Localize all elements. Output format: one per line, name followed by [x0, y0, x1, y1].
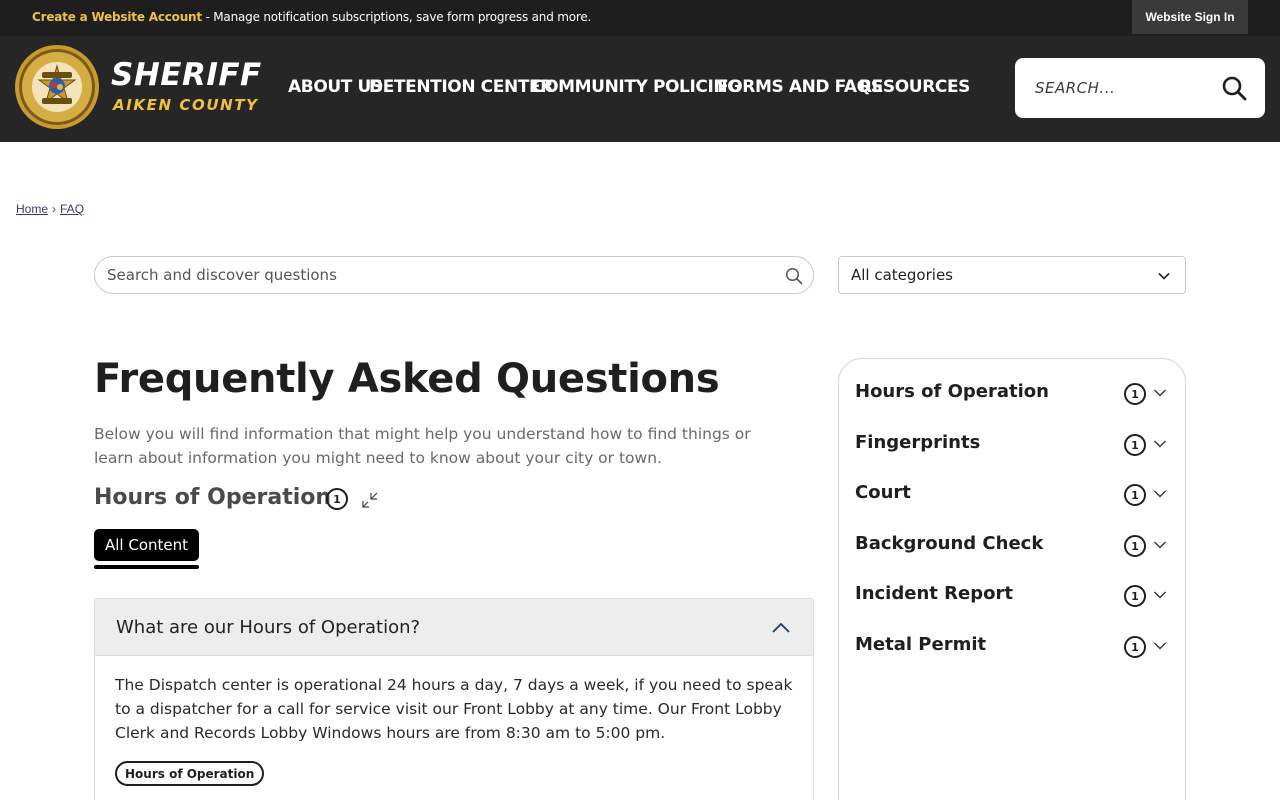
chevron-down-icon[interactable] — [1153, 439, 1167, 449]
brand-subtitle[interactable]: AIKEN COUNTY — [113, 96, 259, 114]
faq-answer: The Dispatch center is operational 24 ho… — [115, 676, 793, 742]
chevron-down-icon[interactable] — [1153, 540, 1167, 550]
sidebar-item-court[interactable]: Court 1 — [855, 478, 1171, 508]
breadcrumb-separator: › — [52, 202, 57, 216]
category-select[interactable]: All categories — [838, 256, 1186, 294]
account-promo: Create a Website Account - Manage notifi… — [32, 10, 591, 24]
collapse-icon[interactable] — [360, 490, 380, 510]
breadcrumb: Home › FAQ — [16, 202, 84, 216]
section-title: Hours of Operation — [94, 485, 332, 510]
search-icon[interactable] — [785, 267, 803, 285]
nav-detention-center[interactable]: DETENTION CENTER — [369, 77, 553, 97]
chevron-down-icon[interactable] — [1157, 269, 1171, 283]
nav-resources[interactable]: RESOURCES — [859, 77, 970, 97]
chevron-down-icon[interactable] — [1153, 388, 1167, 398]
sidebar-item-fingerprints[interactable]: Fingerprints 1 — [855, 428, 1171, 458]
faq-question[interactable]: What are our Hours of Operation? — [116, 617, 420, 638]
category-sidebar: Hours of Operation 1 Fingerprints 1 Cour… — [838, 358, 1186, 800]
chevron-down-icon[interactable] — [1153, 489, 1167, 499]
nav-community-policing[interactable]: COMMUNITY POLICING — [532, 77, 741, 97]
count-badge: 1 — [1124, 636, 1146, 658]
faq-question-header[interactable]: What are our Hours of Operation? — [95, 599, 813, 656]
sidebar-item-metal-permit[interactable]: Metal Permit 1 — [855, 630, 1171, 660]
sidebar-item-incident-report[interactable]: Incident Report 1 — [855, 579, 1171, 609]
breadcrumb-faq[interactable]: FAQ — [60, 202, 84, 216]
utility-bar: Create a Website Account - Manage notifi… — [0, 0, 1280, 36]
tab-active-indicator — [94, 565, 199, 569]
faq-search-placeholder[interactable]: Search and discover questions — [107, 266, 337, 284]
search-icon[interactable] — [1221, 75, 1247, 101]
sidebar-item-label[interactable]: Hours of Operation — [855, 381, 1049, 402]
promo-text: - Manage notification subscriptions, sav… — [201, 10, 592, 24]
count-badge: 1 — [1124, 484, 1146, 506]
sidebar-item-label[interactable]: Fingerprints — [855, 432, 980, 453]
sidebar-item-label[interactable]: Court — [855, 482, 911, 503]
website-sign-in-button[interactable]: Website Sign In — [1132, 0, 1248, 34]
page-title: Frequently Asked Questions — [94, 356, 720, 402]
sidebar-item-hours-of-operation[interactable]: Hours of Operation 1 — [855, 377, 1171, 407]
count-badge: 1 — [1124, 585, 1146, 607]
page-intro: Below you will find information that mig… — [94, 425, 751, 467]
chevron-down-icon[interactable] — [1153, 641, 1167, 651]
tab-all-content[interactable]: All Content — [94, 529, 199, 561]
brand-title[interactable]: SHERIFF — [111, 58, 262, 92]
breadcrumb-home[interactable]: Home — [16, 202, 48, 216]
category-select-value[interactable]: All categories — [851, 266, 953, 284]
sidebar-item-label[interactable]: Metal Permit — [855, 634, 986, 655]
sidebar-item-label[interactable]: Incident Report — [855, 583, 1013, 604]
chevron-up-icon[interactable] — [771, 619, 791, 635]
faq-item: What are our Hours of Operation? The Dis… — [94, 598, 814, 800]
count-badge: 1 — [1124, 535, 1146, 557]
site-search-input[interactable]: SEARCH... — [1035, 79, 1115, 97]
site-search[interactable]: SEARCH... — [1015, 58, 1265, 118]
sidebar-item-background-check[interactable]: Background Check 1 — [855, 529, 1171, 559]
section-count-badge: 1 — [326, 488, 348, 510]
faq-search-field[interactable]: Search and discover questions — [94, 256, 814, 294]
chevron-down-icon[interactable] — [1153, 590, 1167, 600]
sidebar-item-label[interactable]: Background Check — [855, 533, 1043, 554]
faq-category-tag[interactable]: Hours of Operation — [115, 761, 265, 786]
count-badge: 1 — [1124, 434, 1146, 456]
sheriff-badge-logo[interactable] — [14, 44, 100, 130]
create-account-link[interactable]: Create a Website Account — [32, 10, 202, 24]
site-header: SHERIFF AIKEN COUNTY ABOUT US DETENTION … — [0, 36, 1280, 142]
count-badge: 1 — [1124, 383, 1146, 405]
nav-forms-and-faqs[interactable]: FORMS AND FAQS — [717, 77, 883, 97]
